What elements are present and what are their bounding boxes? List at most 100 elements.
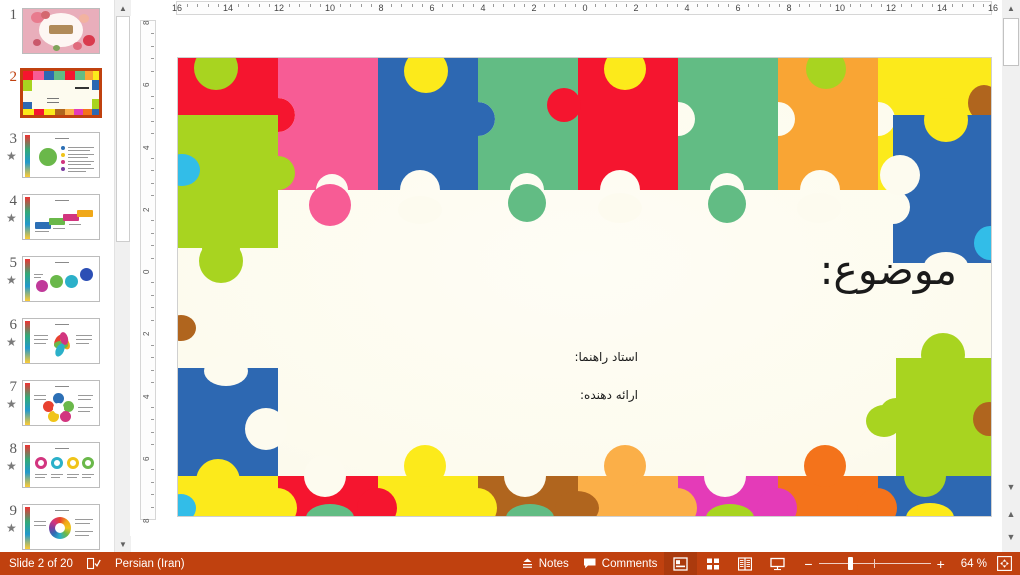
ruler-tick — [151, 357, 154, 359]
thumbnail-number: 5 — [9, 255, 18, 271]
ruler-tick — [350, 4, 352, 7]
thumbnail-image[interactable] — [22, 504, 100, 550]
thumbnail-image[interactable] — [22, 380, 100, 426]
ruler-tick — [151, 120, 154, 122]
ruler-tick — [258, 4, 260, 7]
thumbnail-image[interactable] — [22, 442, 100, 488]
view-normal-button[interactable] — [664, 552, 698, 575]
slide-show-icon — [770, 557, 786, 571]
scrollbar-thumb[interactable] — [116, 16, 130, 242]
animation-star-icon: ★ — [6, 211, 17, 225]
ruler-tick — [421, 4, 423, 7]
notes-button[interactable]: Notes — [514, 552, 576, 575]
presenter-label-text[interactable]: ارائه دهنده: — [458, 388, 638, 402]
ruler-tick — [151, 294, 154, 296]
ruler-tick — [819, 4, 821, 7]
thumbnail-image[interactable] — [22, 318, 100, 364]
ruler-tick — [625, 4, 627, 7]
view-slide-sorter-button[interactable] — [697, 552, 729, 575]
scroll-up-icon[interactable]: ▲ — [1002, 0, 1020, 16]
ruler-tick — [574, 4, 576, 7]
comments-icon — [583, 557, 597, 570]
ruler-tick — [676, 4, 678, 7]
language-indicator[interactable]: Persian (Iran) — [108, 552, 192, 575]
ruler-tick — [299, 4, 301, 7]
ruler-label: 12 — [273, 3, 285, 13]
view-reading-button[interactable] — [729, 552, 761, 575]
fit-to-window-button[interactable] — [993, 552, 1020, 575]
thumbnail-slide-8[interactable]: 8 ★ — [0, 442, 112, 494]
ruler-tick — [442, 4, 444, 7]
slide-title-text[interactable]: موضوع: — [820, 246, 957, 294]
supervisor-label-text[interactable]: استاد راهنما: — [458, 350, 638, 364]
ruler-tick — [360, 4, 362, 7]
thumbnail-slide-3[interactable]: 3 ★ — [0, 132, 112, 184]
vertical-ruler[interactable]: 8 6 4 2 0 2 4 6 8 — [140, 20, 156, 523]
thumbnail-slide-9[interactable]: 9 ★ — [0, 504, 112, 552]
thumbnail-slide-6[interactable]: 6 ★ — [0, 318, 112, 370]
zoom-level-label: 64 % — [960, 557, 987, 570]
slide-counter-label: Slide 2 of 20 — [9, 557, 73, 570]
ruler-tick — [151, 195, 154, 197]
thumbnail-number: 8 — [9, 441, 18, 457]
thumbnail-image[interactable] — [20, 68, 102, 118]
ruler-tick — [829, 4, 831, 7]
language-label: Persian (Iran) — [114, 557, 185, 570]
slide-editing-canvas[interactable]: موضوع: استاد راهنما: ارائه دهنده: — [156, 18, 1000, 552]
ruler-tick — [646, 4, 648, 7]
thumbnail-image[interactable] — [22, 8, 100, 54]
scroll-down-icon[interactable]: ▼ — [115, 536, 131, 552]
thumbnail-image[interactable] — [22, 256, 100, 302]
next-slide-button[interactable]: ▼ — [1002, 528, 1020, 546]
proofing-icon — [86, 557, 101, 570]
zoom-slider[interactable]: − + — [794, 552, 954, 575]
zoom-in-button[interactable]: + — [931, 557, 951, 571]
ruler-tick — [503, 4, 505, 7]
ruler-tick — [151, 170, 154, 172]
slide-thumbnail-panel[interactable]: 1 2 3 ★ 4 ★ 5 ★ 6 ★ 7 ★ 8 ★ 9 ★ — [0, 0, 130, 552]
ruler-label: 12 — [885, 3, 897, 13]
ruler-tick — [151, 70, 154, 72]
ruler-tick — [401, 4, 403, 7]
zoom-slider-track[interactable] — [818, 552, 931, 575]
ruler-label: 2 — [633, 3, 639, 13]
zoom-level-display[interactable]: 64 % — [955, 552, 993, 575]
slide-area-scrollbar[interactable]: ▲ ▼ ▲ ▼ — [1002, 0, 1020, 552]
thumbnail-image[interactable] — [22, 194, 100, 240]
thumbnail-slide-4[interactable]: 4 ★ — [0, 194, 112, 246]
thumbnail-slide-1[interactable]: 1 — [0, 8, 112, 60]
zoom-slider-line — [818, 563, 931, 564]
ruler-tick — [151, 133, 154, 135]
ruler-label: 6 — [142, 456, 151, 461]
zoom-out-button[interactable]: − — [798, 557, 818, 571]
view-slide-show-button[interactable] — [761, 552, 794, 575]
scrollbar-thumb[interactable] — [1003, 18, 1019, 66]
comments-button[interactable]: Comments — [576, 552, 665, 575]
ruler-tick — [151, 494, 154, 496]
horizontal-ruler[interactable]: 16 14 12 10 8 6 4 2 0 2 4 6 8 10 12 14 16 — [172, 1, 998, 15]
thumbnail-slide-2[interactable]: 2 — [0, 68, 112, 122]
ruler-tick — [151, 182, 154, 184]
ruler-label: 10 — [324, 3, 336, 13]
ruler-tick — [493, 4, 495, 7]
thumbnail-panel-scrollbar[interactable]: ▲ ▼ — [114, 0, 131, 552]
thumbnail-slide-7[interactable]: 7 ★ — [0, 380, 112, 432]
scroll-down-icon[interactable]: ▼ — [1002, 478, 1020, 496]
proofing-status-button[interactable] — [80, 552, 108, 575]
thumbnail-slide-5[interactable]: 5 ★ — [0, 256, 112, 308]
ruler-tick — [799, 4, 801, 7]
ruler-tick — [151, 319, 154, 321]
slide-counter[interactable]: Slide 2 of 20 — [0, 552, 80, 575]
scroll-up-icon[interactable]: ▲ — [115, 0, 131, 16]
ruler-tick — [901, 4, 903, 7]
thumbnail-image[interactable] — [22, 132, 100, 178]
current-slide[interactable]: موضوع: استاد راهنما: ارائه دهنده: — [177, 57, 992, 517]
ruler-tick — [151, 108, 154, 110]
previous-slide-button[interactable]: ▲ — [1002, 505, 1020, 523]
ruler-label: 4 — [142, 145, 151, 150]
ruler-tick — [880, 4, 882, 7]
ruler-tick — [151, 282, 154, 284]
comments-label: Comments — [601, 557, 658, 570]
zoom-slider-handle[interactable] — [847, 557, 853, 570]
ruler-tick — [666, 4, 668, 7]
